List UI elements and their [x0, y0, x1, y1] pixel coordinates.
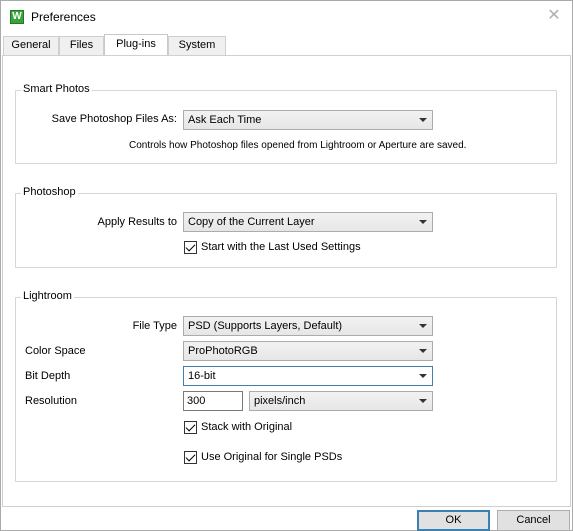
resolution-unit-value: pixels/inch	[254, 395, 306, 407]
file-type-select[interactable]: PSD (Supports Layers, Default)	[183, 316, 433, 336]
save-photoshop-files-select[interactable]: Ask Each Time	[183, 110, 433, 130]
bit-depth-label: Bit Depth	[25, 370, 71, 382]
chevron-down-icon	[419, 118, 427, 122]
lightroom-app-icon: W	[10, 10, 24, 24]
title-bar[interactable]: W Preferences ✕	[1, 1, 572, 33]
group-title-photoshop: Photoshop	[21, 186, 78, 198]
color-space-select[interactable]: ProPhotoRGB	[183, 341, 433, 361]
group-title-smart-photos: Smart Photos	[21, 83, 92, 95]
bit-depth-value: 16-bit	[188, 370, 216, 382]
use-original-label: Use Original for Single PSDs	[201, 451, 343, 463]
save-photoshop-files-label: Save Photoshop Files As:	[51, 113, 177, 125]
last-used-settings-checkbox[interactable]	[184, 241, 197, 254]
plug-ins-panel: Smart Photos Save Photoshop Files As: As…	[2, 55, 571, 507]
group-title-lightroom: Lightroom	[21, 290, 74, 302]
chevron-down-icon	[419, 374, 427, 378]
stack-with-original-label: Stack with Original	[201, 421, 293, 433]
tab-general[interactable]: General	[3, 36, 59, 55]
use-original-checkbox[interactable]	[184, 451, 197, 464]
tab-strip: General Files Plug-ins System	[3, 34, 570, 55]
smart-photos-group: Smart Photos Save Photoshop Files As: As…	[15, 83, 557, 164]
ok-button[interactable]: OK	[417, 510, 490, 531]
chevron-down-icon	[419, 399, 427, 403]
color-space-value: ProPhotoRGB	[188, 345, 258, 357]
tab-files[interactable]: Files	[59, 36, 104, 55]
stack-with-original-checkbox[interactable]	[184, 421, 197, 434]
chevron-down-icon	[419, 220, 427, 224]
window-title: Preferences	[31, 10, 96, 24]
bit-depth-select[interactable]: 16-bit	[183, 366, 433, 386]
smart-photos-note: Controls how Photoshop files opened from…	[129, 140, 467, 151]
file-type-label: File Type	[132, 320, 177, 332]
lightroom-group: Lightroom File Type PSD (Supports Layers…	[15, 290, 557, 482]
resolution-input[interactable]: 300	[183, 391, 243, 411]
resolution-unit-select[interactable]: pixels/inch	[249, 391, 433, 411]
chevron-down-icon	[419, 349, 427, 353]
photoshop-group: Photoshop Apply Results to Copy of the C…	[15, 186, 557, 268]
resolution-label: Resolution	[25, 395, 77, 407]
apply-results-label: Apply Results to	[97, 216, 177, 228]
close-icon[interactable]: ✕	[545, 7, 563, 25]
apply-results-value: Copy of the Current Layer	[188, 216, 315, 228]
file-type-value: PSD (Supports Layers, Default)	[188, 320, 343, 332]
color-space-label: Color Space	[25, 345, 86, 357]
preferences-dialog: W Preferences ✕ General Files Plug-ins S…	[0, 0, 573, 531]
chevron-down-icon	[419, 324, 427, 328]
apply-results-select[interactable]: Copy of the Current Layer	[183, 212, 433, 232]
last-used-settings-label: Start with the Last Used Settings	[201, 241, 361, 253]
cancel-button[interactable]: Cancel	[497, 510, 570, 531]
tab-system[interactable]: System	[168, 36, 226, 55]
tab-plug-ins[interactable]: Plug-ins	[104, 34, 168, 55]
save-photoshop-files-value: Ask Each Time	[188, 114, 262, 126]
